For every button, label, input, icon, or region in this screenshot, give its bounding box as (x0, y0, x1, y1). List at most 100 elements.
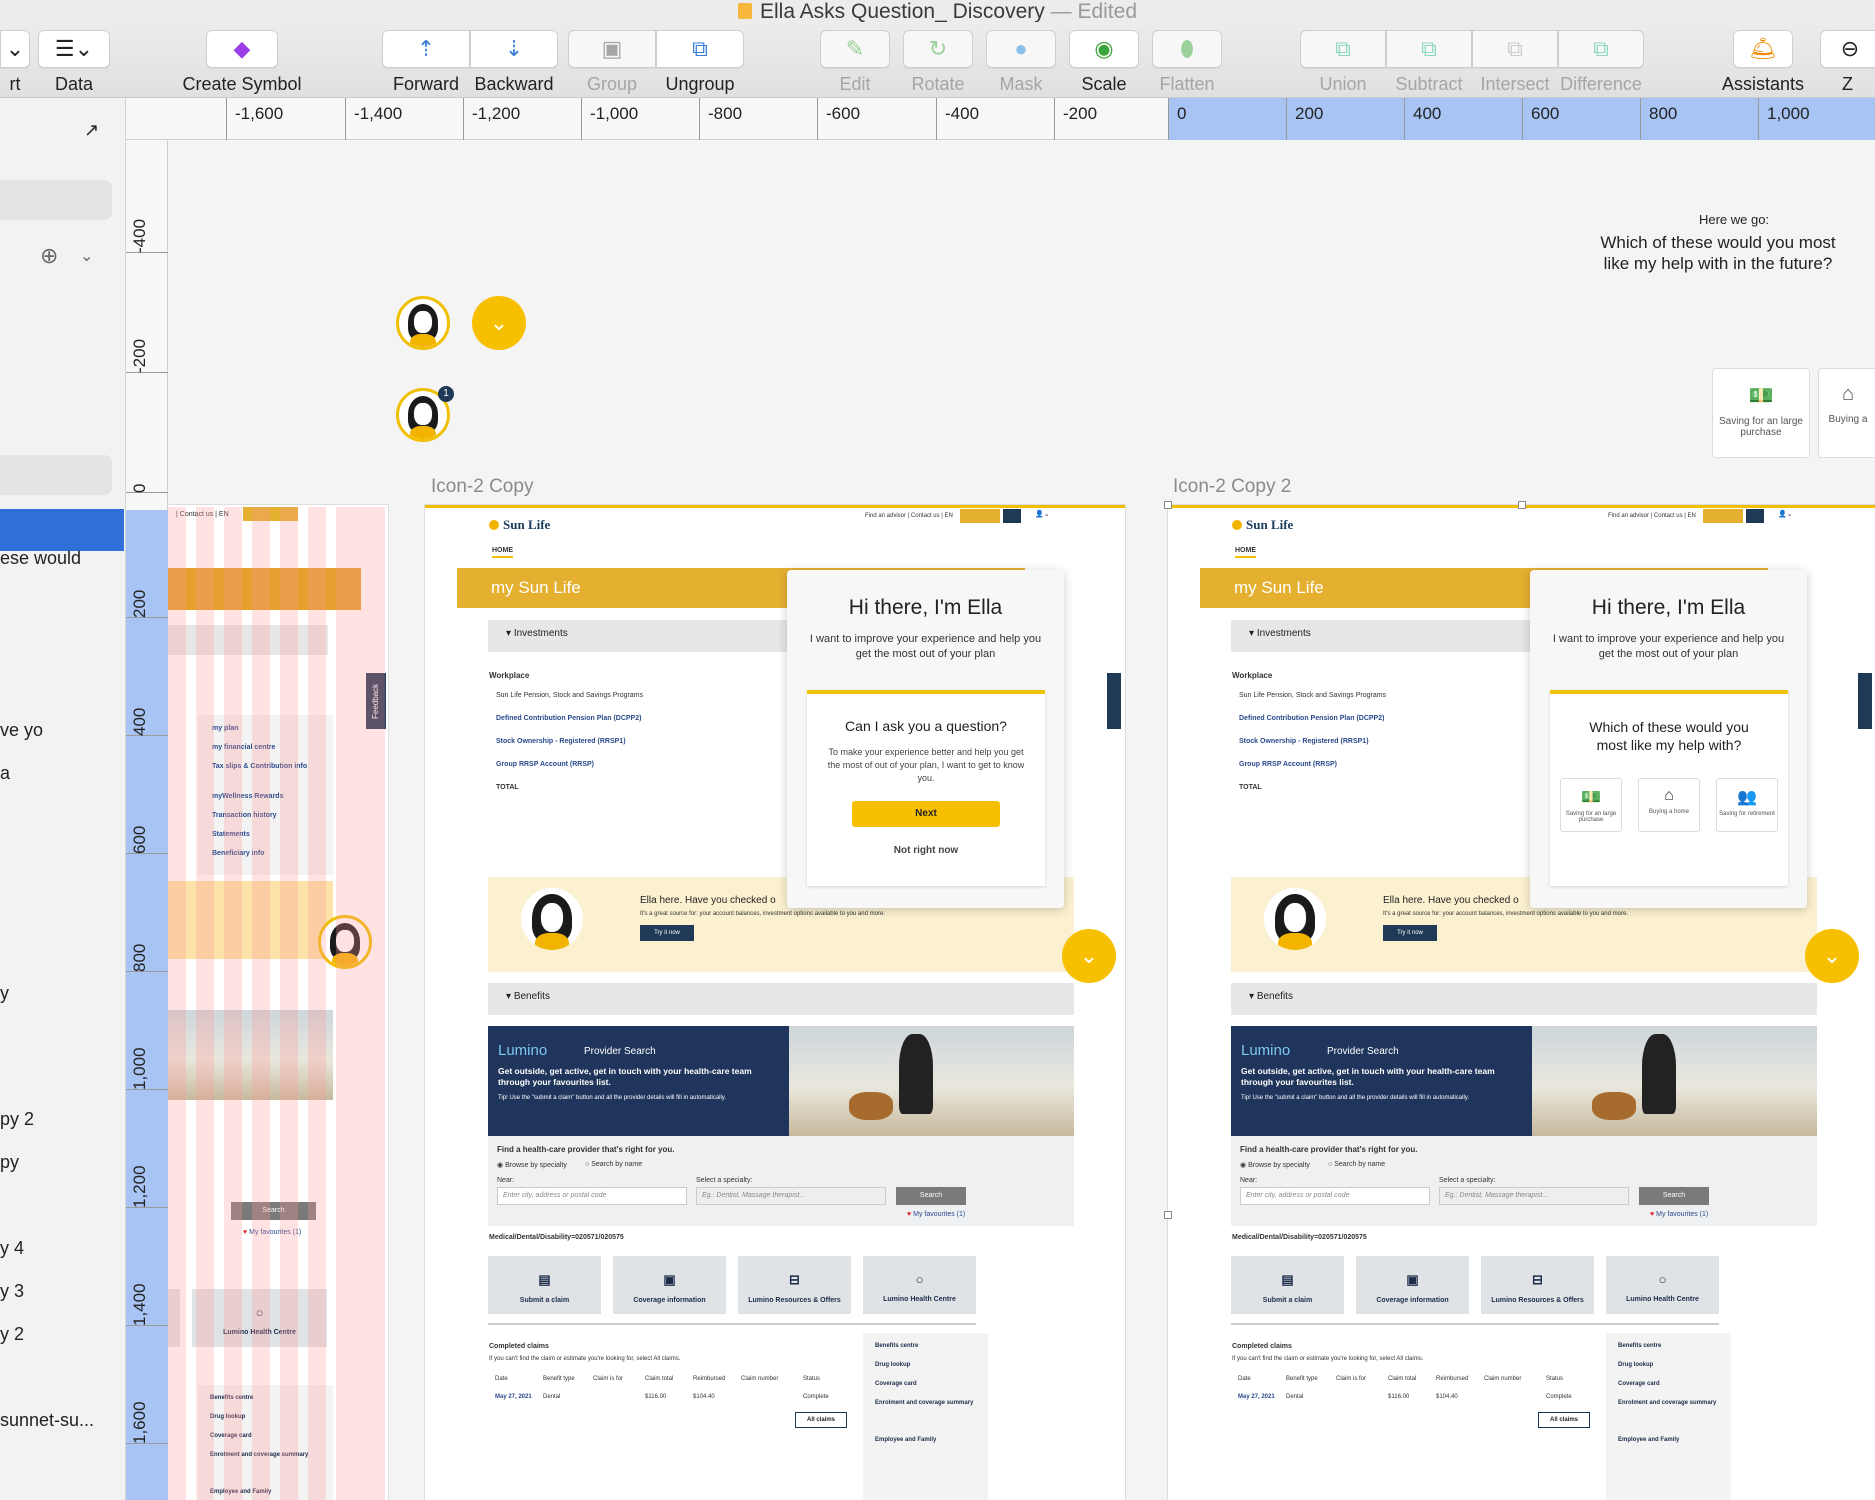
artboard-icon-2-copy[interactable]: Sun Life Find an advisor | Contact us | … (425, 505, 1125, 1500)
sun-life-logo[interactable]: Sun Life (489, 517, 550, 533)
union-button[interactable]: ⧉ Union (1300, 30, 1386, 94)
favourites-link[interactable]: ♥ My favourites (1) (907, 1211, 965, 1218)
favourites-link[interactable]: ♥ My favourites (1) (1650, 1211, 1708, 1218)
all-claims-button[interactable]: All claims (1538, 1412, 1590, 1428)
expand-arrow-icon[interactable]: ↗ (84, 120, 99, 141)
selection-handle[interactable] (1164, 501, 1172, 509)
tile-coverage[interactable]: ▣ Coverage information (1356, 1256, 1469, 1314)
sidebar-item-10[interactable]: sunnet-su... (0, 1410, 94, 1431)
sidebar-search-field[interactable] (0, 180, 112, 220)
benefits-header[interactable]: ▾ Benefits (1231, 983, 1817, 1015)
artboard-left[interactable]: | Contact us | EN my plan my financial c… (168, 505, 388, 1500)
browse-radio[interactable]: ◉ Browse by specialty (497, 1161, 567, 1169)
specialty-select[interactable]: Eg.: Dentist, Massage therapist... (696, 1187, 886, 1205)
forward-button[interactable]: ⇡ Forward (382, 30, 470, 94)
near-input[interactable]: Enter city, address or postal code (497, 1187, 687, 1205)
horizontal-ruler[interactable]: -1,600 -1,400 -1,200 -1,000 -800 -600 -4… (126, 98, 1875, 140)
edit-button[interactable]: ✎ Edit (820, 30, 890, 94)
top-links[interactable]: Find an advisor | Contact us | EN (865, 513, 953, 519)
sidebar-page-item[interactable] (0, 455, 112, 495)
try-it-now-button[interactable]: Try it now (1383, 925, 1437, 941)
tile-health-centre[interactable]: ○ Lumino Health Centre (863, 1256, 976, 1314)
search-button[interactable]: Search (1639, 1187, 1709, 1205)
sidebar-selected-layer[interactable] (0, 509, 124, 551)
sidebar-item-1[interactable]: ese would (0, 548, 81, 569)
feedback-tab[interactable]: Feedback (366, 673, 386, 729)
next-button[interactable]: Next (852, 801, 1000, 827)
sidebar-item-4[interactable]: y (0, 983, 9, 1004)
add-page-icon[interactable]: ⊕ (40, 243, 58, 269)
option-saving-large-purchase[interactable]: 💵 Saving for an large purchase (1560, 778, 1622, 832)
tile-resources[interactable]: ⊟ Lumino Resources & Offers (1481, 1256, 1594, 1314)
favourites-link[interactable]: ♥ My favourites (1) (243, 1229, 301, 1236)
tile-resources[interactable]: ⊟ Lumino Resources & Offers (738, 1256, 851, 1314)
nav-home[interactable]: HOME (1235, 547, 1256, 558)
tile-coverage[interactable]: ▣ Coverage information (613, 1256, 726, 1314)
design-canvas[interactable]: ⌄ 1 Here we go: Which of these would you… (168, 140, 1875, 1500)
chevron-down-icon[interactable]: ⌄ (472, 296, 526, 350)
zoom-button[interactable]: ⊖ Z (1820, 30, 1875, 94)
artboard-icon-2-copy-2[interactable]: Sun Life Find an advisor | Contact us | … (1168, 505, 1875, 1500)
intersect-button[interactable]: ⧉ Intersect (1472, 30, 1558, 94)
specialty-select[interactable]: Eg.: Dentist, Massage therapist... (1439, 1187, 1629, 1205)
sidebar-item-8[interactable]: y 3 (0, 1281, 24, 1302)
option-buying-home[interactable]: ⌂ Buying a home (1638, 778, 1700, 832)
user-icon[interactable]: 👤⌄ (1778, 510, 1793, 518)
assistants-button[interactable]: 🛎 Assistants (1720, 30, 1806, 94)
tile-submit-claim[interactable]: ▤ Submit a claim (488, 1256, 601, 1314)
artboard-label[interactable]: Icon-2 Copy 2 (1173, 476, 1291, 498)
feedback-tab[interactable] (1107, 673, 1121, 729)
top-links[interactable]: Find an advisor | Contact us | EN (1608, 513, 1696, 519)
artboard-label[interactable]: Icon-2 Copy (431, 476, 533, 498)
nav-home[interactable]: HOME (492, 547, 513, 558)
ella-avatar[interactable] (318, 915, 372, 969)
sidebar-item-5[interactable]: py 2 (0, 1109, 34, 1130)
create-symbol-button[interactable]: ◆ Create Symbol (180, 30, 304, 94)
search-name-radio[interactable]: ○ Search by name (585, 1161, 642, 1168)
sidebar-item-7[interactable]: y 4 (0, 1238, 24, 1259)
browse-radio[interactable]: ◉ Browse by specialty (1240, 1161, 1310, 1169)
document-icon[interactable] (1746, 509, 1764, 523)
mail-icon[interactable] (1703, 509, 1743, 523)
search-button[interactable]: Search (896, 1187, 966, 1205)
flatten-button[interactable]: ⬮ Flatten (1152, 30, 1222, 94)
feedback-tab[interactable] (1858, 673, 1872, 729)
tile-health-centre[interactable]: ○ Lumino Health Centre (1606, 1256, 1719, 1314)
selection-handle[interactable] (1518, 501, 1526, 509)
tile-health-centre[interactable]: ○ Lumino Health Centre (192, 1289, 327, 1347)
ella-toggle-button[interactable]: ⌄ (1062, 929, 1116, 983)
search-name-radio[interactable]: ○ Search by name (1328, 1161, 1385, 1168)
sidebar-item-3[interactable]: a (0, 763, 10, 784)
backward-button[interactable]: ⇣ Backward (470, 30, 558, 94)
search-button[interactable]: Search (231, 1202, 316, 1220)
sidebar-item-6[interactable]: py (0, 1152, 19, 1173)
data-button[interactable]: ☰⌄ Data (38, 30, 110, 94)
not-now-link[interactable]: Not right now (807, 845, 1045, 856)
insert-button[interactable]: ⌄ rt (0, 30, 30, 94)
ungroup-button[interactable]: ⧉ Ungroup (656, 30, 744, 94)
scale-button[interactable]: ◉ Scale (1069, 30, 1139, 94)
vertical-ruler[interactable]: -400 -200 0 200 400 600 800 1,000 1,200 … (126, 140, 168, 1500)
option-card[interactable]: 💵 Saving for an large purchase (1712, 368, 1810, 458)
option-saving-retirement[interactable]: 👥 Saving for retirement (1716, 778, 1778, 832)
ella-avatar[interactable] (396, 296, 450, 350)
option-card[interactable]: ⌂ Buying a (1818, 368, 1875, 458)
benefits-header[interactable]: ▾ Benefits (488, 983, 1074, 1015)
sidebar-item-2[interactable]: ve yo (0, 720, 43, 741)
sidebar-item-9[interactable]: y 2 (0, 1324, 24, 1345)
tile-submit-claim[interactable]: ▤ Submit a claim (1231, 1256, 1344, 1314)
ella-toggle-button[interactable]: ⌄ (1805, 929, 1859, 983)
selection-handle[interactable] (1164, 1211, 1172, 1219)
difference-button[interactable]: ⧉ Difference (1558, 30, 1644, 94)
mail-icon[interactable] (960, 509, 1000, 523)
sun-life-logo[interactable]: Sun Life (1232, 517, 1293, 533)
chevron-down-icon[interactable]: ⌄ (80, 246, 93, 266)
near-input[interactable]: Enter city, address or postal code (1240, 1187, 1430, 1205)
all-claims-button[interactable]: All claims (795, 1412, 847, 1428)
rotate-button[interactable]: ↻ Rotate (903, 30, 973, 94)
group-button[interactable]: ▣ Group (568, 30, 656, 94)
try-it-now-button[interactable]: Try it now (640, 925, 694, 941)
subtract-button[interactable]: ⧉ Subtract (1386, 30, 1472, 94)
mask-button[interactable]: ● Mask (986, 30, 1056, 94)
document-icon[interactable] (1003, 509, 1021, 523)
